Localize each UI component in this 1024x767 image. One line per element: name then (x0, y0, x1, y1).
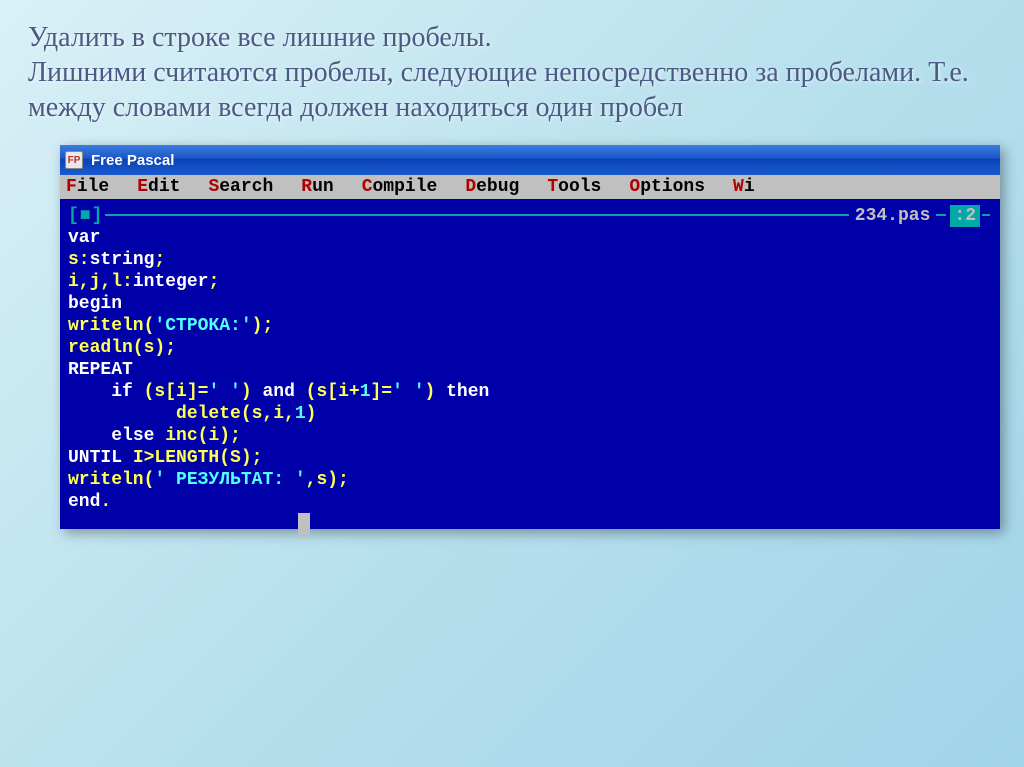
window-titlebar[interactable]: FP Free Pascal (60, 145, 1000, 175)
menu-tools[interactable]: Tools (547, 177, 601, 197)
slide-title: Удалить в строке все лишние пробелы. Лиш… (0, 0, 1024, 137)
code-line[interactable]: delete(s,i,1) (68, 403, 992, 425)
editor-filename: 234.pas (851, 205, 935, 227)
code-line[interactable]: writeln(' РЕЗУЛЬТАТ: ',s); (68, 469, 992, 491)
code-line[interactable]: i,j,l:integer; (68, 271, 992, 293)
text-cursor: _ (298, 513, 310, 535)
editor-close-control[interactable]: [■] (68, 205, 103, 227)
code-line[interactable]: writeln('СТРОКА:'); (68, 315, 992, 337)
code-line[interactable]: begin (68, 293, 992, 315)
code-line[interactable]: REPEAT (68, 359, 992, 381)
editor-badge: :2 (950, 205, 980, 227)
code-line[interactable]: s:string; (68, 249, 992, 271)
code-line[interactable]: readln(s); (68, 337, 992, 359)
menu-search[interactable]: Search (208, 177, 273, 197)
code-line[interactable]: var (68, 227, 992, 249)
menu-debug[interactable]: Debug (465, 177, 519, 197)
menu-options[interactable]: Options (629, 177, 705, 197)
app-icon: FP (65, 151, 83, 169)
ide-window: FP Free Pascal File Edit Search Run Comp… (60, 145, 1000, 529)
code-line[interactable]: UNTIL I>LENGTH(S); (68, 447, 992, 469)
code-area[interactable]: vars:string;i,j,l:integer;beginwriteln('… (68, 227, 992, 513)
window-title: Free Pascal (91, 152, 174, 169)
menu-file[interactable]: File (66, 177, 109, 197)
menu-compile[interactable]: Compile (362, 177, 438, 197)
code-line[interactable]: else inc(i); (68, 425, 992, 447)
menu-bar: File Edit Search Run Compile Debug Tools… (60, 175, 1000, 199)
menu-edit[interactable]: Edit (137, 177, 180, 197)
code-line[interactable]: if (s[i]=' ') and (s[i+1]=' ') then (68, 381, 992, 403)
code-line[interactable]: end. (68, 491, 992, 513)
menu-window-truncated[interactable]: Wi (733, 177, 755, 197)
code-editor[interactable]: [■] 234.pas :2 vars:string;i,j,l:integer… (60, 199, 1000, 529)
editor-frame-top: [■] 234.pas :2 (68, 205, 992, 227)
menu-run[interactable]: Run (301, 177, 333, 197)
